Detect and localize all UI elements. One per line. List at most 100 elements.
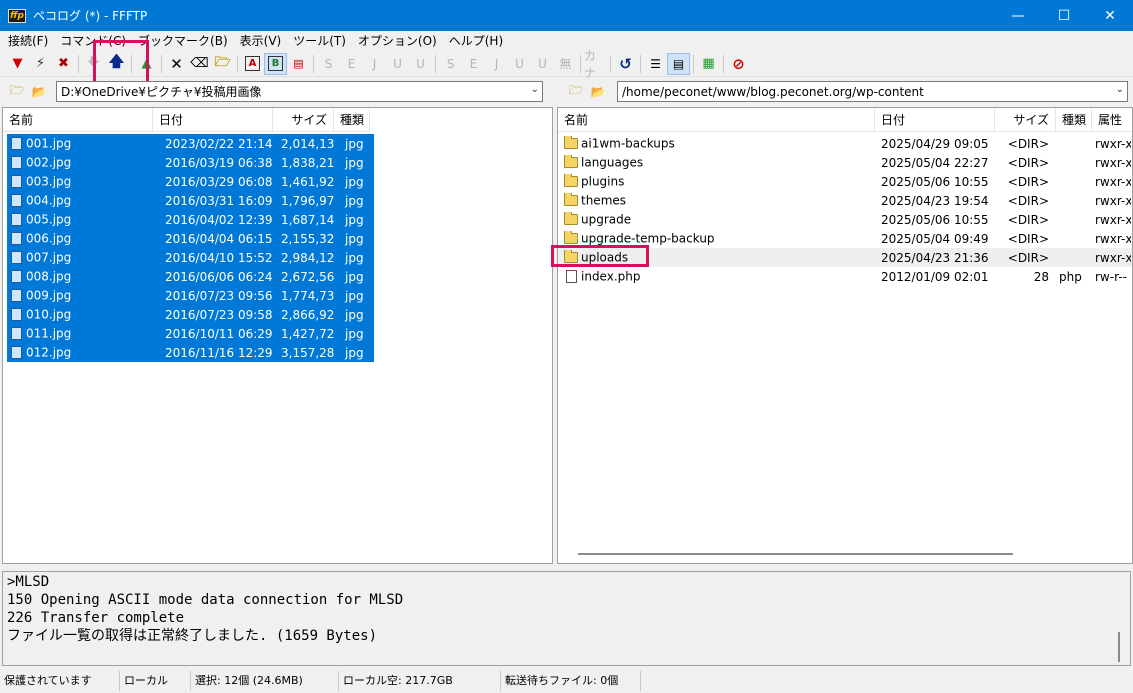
remote-file-list[interactable]: 名前 日付 サイズ 種類 属性 ai1wm-backups 2025/04/29 … — [557, 107, 1133, 564]
local-utf8bom-button[interactable]: U — [531, 53, 554, 75]
list-view-button[interactable]: ☰ — [644, 53, 667, 75]
ascii-mode-button[interactable]: A — [241, 53, 264, 75]
file-icon — [9, 288, 23, 304]
folder-icon — [564, 249, 578, 266]
remote-folder-row[interactable]: plugins 2025/05/06 10:55 <DIR> rwxr-x — [558, 172, 1132, 191]
chevron-down-icon[interactable]: ⌄ — [1116, 84, 1124, 95]
file-name-text: 010.jpg — [26, 307, 72, 321]
file-icon — [564, 269, 578, 285]
remote-folder-row[interactable]: themes 2025/04/23 19:54 <DIR> rwxr-x — [558, 191, 1132, 210]
col-size[interactable]: サイズ — [995, 108, 1056, 132]
menu-tools[interactable]: ツール(T) — [287, 31, 352, 51]
file-attr: rwxr-x — [1095, 174, 1131, 189]
remote-folder-row[interactable]: languages 2025/05/04 22:27 <DIR> rwxr-x — [558, 153, 1132, 172]
connect-button[interactable]: ▼ — [6, 53, 29, 75]
binary-mode-button[interactable]: B — [264, 52, 287, 75]
refresh-button[interactable]: ↺ — [614, 53, 637, 75]
download-button[interactable]: 🡇 — [82, 53, 105, 75]
local-file-list[interactable]: 名前 日付 サイズ 種類 001.jpg 2023/02/22 21:14 2,01… — [2, 107, 553, 564]
local-euc-button[interactable]: E — [462, 53, 485, 75]
local-file-row[interactable]: 007.jpg 2016/04/10 15:52 2,984,120 jpg — [7, 248, 374, 267]
kana-conversion-button[interactable]: カナ — [584, 49, 607, 80]
file-name-text: 007.jpg — [26, 250, 72, 264]
local-file-row[interactable]: 002.jpg 2016/03/19 06:38 1,838,216 jpg — [7, 153, 374, 172]
local-utf8n-button[interactable]: U — [508, 53, 531, 75]
local-sjis-button[interactable]: S — [439, 53, 462, 75]
chevron-down-icon[interactable]: ⌄ — [531, 84, 539, 95]
local-file-row[interactable]: 012.jpg 2016/11/16 12:29 3,157,282 jpg — [7, 343, 374, 362]
local-file-row[interactable]: 009.jpg 2016/07/23 09:56 1,774,732 jpg — [7, 286, 374, 305]
file-name-text: languages — [581, 155, 644, 169]
remote-open-folder-button[interactable]: 📂 — [587, 81, 609, 103]
local-file-row[interactable]: 010.jpg 2016/07/23 09:58 2,866,926 jpg — [7, 305, 374, 324]
upload-button[interactable]: 🡅 — [105, 52, 128, 75]
file-size: 28 — [1033, 269, 1049, 284]
kanji-euc-button[interactable]: E — [340, 53, 363, 75]
quick-connect-button[interactable]: ⚡ — [29, 53, 52, 75]
detail-view-button[interactable]: ▤ — [667, 52, 690, 75]
minimize-button[interactable]: — — [995, 0, 1041, 31]
menu-help[interactable]: ヘルプ(H) — [443, 31, 509, 51]
remote-path-input[interactable]: /home/peconet/www/blog.peconet.org/wp-co… — [617, 81, 1128, 102]
vertical-scrollbar[interactable] — [1118, 632, 1120, 662]
local-jis-button[interactable]: J — [485, 53, 508, 75]
lightning-icon: ⚡ — [35, 56, 46, 71]
horizontal-scrollbar[interactable] — [578, 553, 1013, 555]
col-attr[interactable]: 属性 — [1092, 108, 1132, 132]
delete-button[interactable]: ✕ — [165, 53, 188, 75]
file-date: 2016/07/23 09:58 — [165, 307, 273, 322]
auto-mode-button[interactable]: ▤ — [287, 53, 310, 75]
local-path-input[interactable]: D:¥OneDrive¥ピクチャ¥投稿用画像 ⌄ — [56, 81, 543, 102]
kanji-jis-button[interactable]: J — [363, 53, 386, 75]
col-date[interactable]: 日付 — [153, 108, 273, 132]
file-icon — [9, 250, 23, 266]
col-size[interactable]: サイズ — [273, 108, 334, 132]
local-file-row[interactable]: 005.jpg 2016/04/02 12:39 1,687,147 jpg — [7, 210, 374, 229]
local-file-row[interactable]: 004.jpg 2016/03/31 16:09 1,796,975 jpg — [7, 191, 374, 210]
file-name: 003.jpg — [7, 174, 157, 190]
abort-button[interactable]: ⊘ — [727, 53, 750, 75]
remote-folder-row[interactable]: uploads 2025/04/23 21:36 <DIR> rwxr-x — [558, 248, 1132, 267]
new-folder-button[interactable]: 🗁 — [211, 53, 234, 75]
mirror-upload-button[interactable]: ▲ — [135, 53, 158, 75]
local-file-row[interactable]: 003.jpg 2016/03/29 06:08 1,461,927 jpg — [7, 172, 374, 191]
remote-folder-row[interactable]: upgrade-temp-backup 2025/05/04 09:49 <DIR>… — [558, 229, 1132, 248]
menu-connect[interactable]: 接続(F) — [2, 31, 54, 51]
file-attr: rwxr-x — [1095, 212, 1131, 227]
remote-file-row[interactable]: index.php 2012/01/09 02:01 28 php rw-r-- — [558, 267, 1132, 286]
col-type[interactable]: 種類 — [334, 108, 370, 132]
col-name[interactable]: 名前 — [3, 108, 153, 132]
col-date[interactable]: 日付 — [875, 108, 995, 132]
menu-bookmark[interactable]: ブックマーク(B) — [132, 31, 234, 51]
file-icon-shape — [10, 251, 22, 264]
maximize-button[interactable]: ☐ — [1041, 0, 1087, 31]
local-open-folder-button[interactable]: 📂 — [28, 81, 50, 103]
disconnect-button[interactable]: ✖ — [52, 53, 75, 75]
file-date: 2016/10/11 06:29 — [165, 326, 273, 341]
file-name: themes — [558, 192, 875, 209]
no-conversion-button[interactable]: 無 — [554, 53, 577, 75]
menu-view[interactable]: 表示(V) — [234, 31, 288, 51]
menu-command[interactable]: コマンド(C) — [54, 31, 132, 51]
local-file-row[interactable]: 008.jpg 2016/06/06 06:24 2,672,563 jpg — [7, 267, 374, 286]
remote-folder-row[interactable]: upgrade 2025/05/06 10:55 <DIR> rwxr-x — [558, 210, 1132, 229]
sync-browse-button[interactable]: ▦ — [697, 53, 720, 75]
kanji-utf8bom-button[interactable]: U — [409, 53, 432, 75]
local-file-row[interactable]: 001.jpg 2023/02/22 21:14 2,014,132 jpg — [7, 134, 374, 153]
remote-up-folder-button[interactable]: 🗁 — [565, 81, 587, 103]
remote-folder-row[interactable]: ai1wm-backups 2025/04/29 09:05 <DIR> rwxr-x — [558, 134, 1132, 153]
rename-button[interactable]: ⌫ — [188, 53, 211, 75]
file-size: <DIR> — [1007, 193, 1049, 208]
local-file-row[interactable]: 006.jpg 2016/04/04 06:15 2,155,325 jpg — [7, 229, 374, 248]
file-name-text: upgrade-temp-backup — [581, 231, 715, 245]
menu-options[interactable]: オプション(O) — [352, 31, 443, 51]
col-name[interactable]: 名前 — [558, 108, 875, 132]
kanji-utf8n-button[interactable]: U — [386, 53, 409, 75]
kanji-sjis-button[interactable]: S — [317, 53, 340, 75]
local-up-folder-button[interactable]: 🗁 — [6, 81, 28, 103]
local-file-row[interactable]: 011.jpg 2016/10/11 06:29 1,427,722 jpg — [7, 324, 374, 343]
col-type[interactable]: 種類 — [1056, 108, 1092, 132]
toolbar-separator — [610, 54, 611, 73]
close-button[interactable]: ✕ — [1087, 0, 1133, 31]
file-date: 2016/11/16 12:29 — [165, 345, 273, 360]
